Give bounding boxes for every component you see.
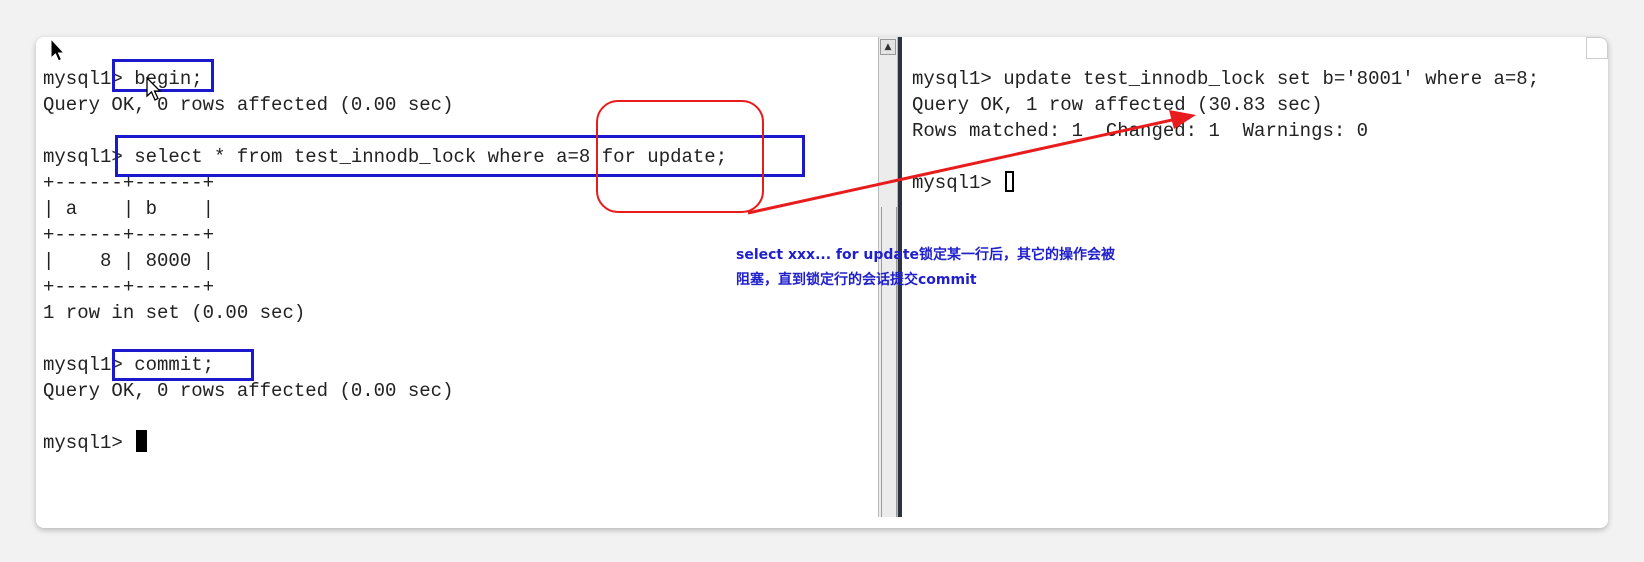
- window-corner: [1586, 37, 1608, 59]
- annotation-line-2: 阻塞，直到锁定行的会话提交commit: [736, 272, 977, 288]
- annotation-line-1: select xxx... for update锁定某一行后，其它的操作会被: [736, 247, 1116, 263]
- mouse-pointer-icon: [146, 77, 162, 101]
- screenshot-frame: mysql1> begin; Query OK, 0 rows affected…: [36, 37, 1608, 528]
- annotation-note: select xxx... for update锁定某一行后，其它的操作会被 阻…: [736, 243, 1115, 293]
- mouse-pointer-icon: [50, 38, 66, 62]
